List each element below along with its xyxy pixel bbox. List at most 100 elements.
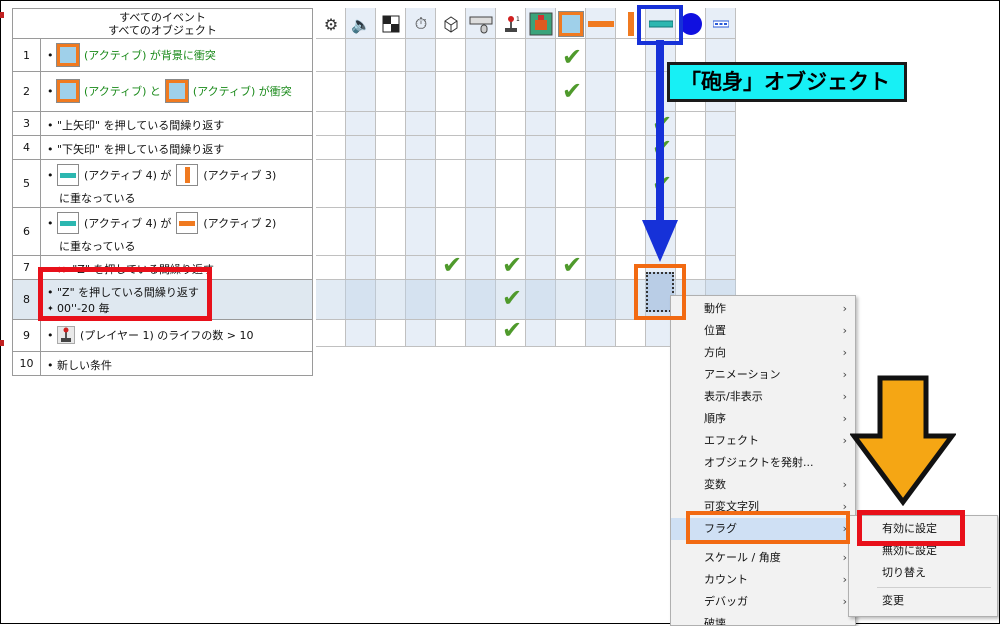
barrel-object-icon <box>57 164 79 186</box>
barrel-object-icon <box>57 212 79 234</box>
condition-text: に重なっている <box>59 240 136 253</box>
bullet: • <box>47 118 54 132</box>
event-row[interactable]: 9 • (プレイヤー 1) のライフの数 > 10 <box>13 320 313 352</box>
chevron-right-icon: › <box>842 412 847 425</box>
active-object-icon[interactable] <box>557 10 585 38</box>
orange-down-arrow-icon <box>850 375 956 506</box>
speaker-icon[interactable]: 🔈 <box>347 10 375 38</box>
menu-item-label: アニメーション <box>704 368 781 381</box>
create-object-icon[interactable] <box>437 10 465 38</box>
menu-item-label: デバッガ <box>704 595 748 608</box>
event-number: 1 <box>13 39 41 71</box>
checkmark-icon[interactable]: ✔ <box>557 79 587 103</box>
condition-text: (プレイヤー 1) のライフの数 > 10 <box>80 329 254 342</box>
condition-text: (アクティブ) が衝突 <box>192 85 292 98</box>
event-row[interactable]: 3 • "上矢印" を押している間繰り返す <box>13 112 313 136</box>
context-menu: 動作 › 位置 › 方向 › アニメーション › 表示/非表示 › 順序 › エフェクト › … <box>670 295 856 626</box>
flags-item-highlight <box>686 511 850 544</box>
condition-text: "上矢印" を押している間繰り返す <box>57 119 225 132</box>
event-row[interactable]: 2 • (アクティブ) と (アクティブ) が衝突 <box>13 72 313 112</box>
bullet: • <box>47 328 54 342</box>
menu-item-label: 位置 <box>704 324 726 337</box>
bullet: • <box>47 168 54 182</box>
condition-text: "下矢印" を押している間繰り返す <box>57 143 225 156</box>
menu-item-order[interactable]: 順序 › <box>671 408 855 430</box>
menu-item-animation[interactable]: アニメーション › <box>671 364 855 386</box>
active-object-icon <box>56 79 80 103</box>
menu-item-label: エフェクト <box>704 434 759 447</box>
event-row-new[interactable]: 10 • 新しい条件 <box>13 352 313 376</box>
bullet: • <box>47 84 54 98</box>
bullet: • <box>47 48 54 62</box>
menu-item-label: 切り替え <box>882 566 926 579</box>
menu-item-change[interactable]: 変更 <box>849 590 997 612</box>
selected-cell-highlight <box>634 264 686 320</box>
header-all-events: すべてのイベント <box>119 11 206 24</box>
event-number: 4 <box>13 136 41 159</box>
menu-item-shoot-object[interactable]: オブジェクトを発射... <box>671 452 855 474</box>
set-on-item-highlight <box>857 510 965 546</box>
menu-item-effect[interactable]: エフェクト › <box>671 430 855 452</box>
checkmark-icon[interactable]: ✔ <box>557 45 587 69</box>
menu-item-label: 変更 <box>882 594 904 607</box>
menu-item-debugger[interactable]: デバッガ › <box>671 591 855 613</box>
timer-icon[interactable]: ⏱ <box>407 10 435 38</box>
chevron-right-icon: › <box>842 434 847 447</box>
event-number: 2 <box>13 72 41 111</box>
checkmark-icon[interactable]: ✔ <box>437 253 467 277</box>
menu-item-toggle[interactable]: 切り替え <box>849 562 997 584</box>
gear-icon[interactable]: ⚙ <box>317 10 345 38</box>
checkmark-icon[interactable]: ✔ <box>557 253 587 277</box>
chevron-right-icon: › <box>842 595 847 608</box>
chevron-right-icon: › <box>842 478 847 491</box>
menu-item-label: 動作 <box>704 302 726 315</box>
menu-item-counter[interactable]: カウント › <box>671 569 855 591</box>
backdrop-icon[interactable] <box>527 10 555 38</box>
menu-item-label: 順序 <box>704 412 726 425</box>
condition-text: (アクティブ 2) <box>203 217 277 230</box>
chevron-right-icon: › <box>842 368 847 381</box>
checkmark-icon[interactable]: ✔ <box>497 318 527 342</box>
event-8-highlight <box>38 267 212 321</box>
menu-item-variables[interactable]: 変数 › <box>671 474 855 496</box>
menu-item-visibility[interactable]: 表示/非表示 › <box>671 386 855 408</box>
checkmark-icon[interactable]: ✔ <box>497 286 527 310</box>
event-number: 9 <box>13 320 41 351</box>
menu-item-position[interactable]: 位置 › <box>671 320 855 342</box>
event-number: 5 <box>13 160 41 207</box>
event-number: 6 <box>13 208 41 255</box>
condition-text: (アクティブ 3) <box>203 169 277 182</box>
checkmark-icon[interactable]: ✔ <box>497 253 527 277</box>
condition-text: に重なっている <box>59 192 136 205</box>
chevron-right-icon: › <box>842 573 847 586</box>
menu-separator <box>877 587 991 588</box>
menu-item-direction[interactable]: 方向 › <box>671 342 855 364</box>
window-edge-mark <box>0 340 4 346</box>
event-row[interactable]: 6 • (アクティブ 4) が (アクティブ 2) に重なっている <box>13 208 313 256</box>
menu-item-label: スケール / 角度 <box>704 551 781 564</box>
menu-item-scale-angle[interactable]: スケール / 角度 › <box>671 547 855 569</box>
menu-item-label: 方向 <box>704 346 726 359</box>
keyboard-mouse-icon[interactable] <box>467 10 495 38</box>
event-row[interactable]: 4 • "下矢印" を押している間繰り返す <box>13 136 313 160</box>
event-row[interactable]: 5 • (アクティブ 4) が (アクティブ 3) に重なっている <box>13 160 313 208</box>
condition-text: (アクティブ 4) が <box>84 217 172 230</box>
event-row[interactable]: 1 • (アクティブ) が背景に衝突 <box>13 39 313 72</box>
player-joystick-icon <box>57 326 75 344</box>
menu-item-destroy[interactable]: 破壊 <box>671 613 855 625</box>
storyboard-icon[interactable] <box>377 10 405 38</box>
menu-item-label: 変数 <box>704 478 726 491</box>
event-list-header[interactable]: すべてのイベント すべてのオブジェクト <box>13 9 313 39</box>
chevron-right-icon: › <box>842 324 847 337</box>
barrel-object-callout: 「砲身」オブジェクト <box>667 62 907 102</box>
counter-icon[interactable] <box>707 10 735 38</box>
horizontal-bar-icon[interactable] <box>587 10 615 38</box>
horizontal-bar-object-icon <box>176 212 199 234</box>
window-edge-mark <box>0 12 4 18</box>
barrel-column-highlight <box>637 5 683 45</box>
menu-item-label: オブジェクトを発射... <box>704 456 814 469</box>
svg-text:1: 1 <box>516 16 520 23</box>
player-joystick-icon[interactable]: 1 <box>497 10 525 38</box>
active-object-icon <box>56 43 80 67</box>
menu-item-action[interactable]: 動作 › <box>671 298 855 320</box>
